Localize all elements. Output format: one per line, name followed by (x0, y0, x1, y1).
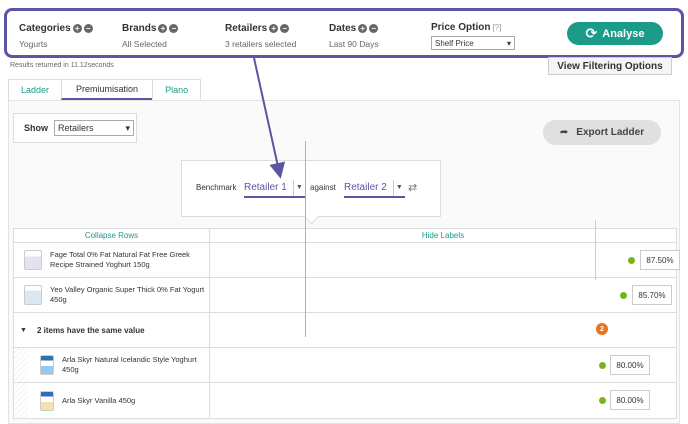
plus-icon[interactable]: + (358, 24, 368, 33)
filter-retailers-value[interactable]: 3 retailers selected (225, 39, 296, 49)
filter-retailers: Retailers + − 3 retailers selected (225, 23, 296, 49)
count-badge: 2 (596, 323, 608, 335)
value-label: 80.00% (610, 390, 650, 410)
filter-dates-value[interactable]: Last 90 Days (329, 39, 379, 49)
hide-labels-link[interactable]: Hide Labels (210, 229, 676, 242)
table-row: Fage Total 0% Fat Natural Fat Free Greek… (14, 243, 680, 278)
show-value: Retailers (58, 123, 94, 133)
retailer1-value: Retailer 1 (244, 182, 287, 193)
product-image (40, 390, 54, 411)
product-image (40, 355, 54, 375)
value-marker[interactable] (599, 362, 606, 369)
value-label: 80.00% (610, 355, 650, 375)
minus-icon[interactable]: − (83, 24, 93, 33)
main-panel: Show Retailers ▾ ➦ Export Ladder Benchma… (8, 100, 680, 424)
product-image (24, 250, 42, 270)
plus-icon[interactable]: + (72, 24, 82, 33)
benchmark-retailer1-select[interactable]: Retailer 1 ▼ (244, 179, 305, 198)
retailer2-value: Retailer 2 (344, 182, 387, 193)
filter-dates-title: Dates (329, 23, 357, 34)
caret-down-icon: ▾ (506, 38, 511, 48)
caret-down-icon: ▼ (292, 179, 305, 196)
plus-icon[interactable]: + (269, 24, 279, 33)
results-text: Results returned in 11.12seconds (10, 62, 114, 69)
value-label: 87.50% (640, 250, 680, 270)
group-row[interactable]: ▼ 2 items have the same value 2 (14, 313, 676, 348)
tab-ladder[interactable]: Ladder (8, 79, 63, 100)
filter-brands-value[interactable]: All Selected (122, 39, 178, 49)
caret-down-icon: ▼ (392, 179, 405, 196)
swap-icon[interactable]: ⇄ (408, 181, 417, 194)
plus-icon[interactable]: + (158, 24, 168, 33)
tab-bar: Ladder Premiumisation Plano (8, 79, 202, 100)
product-name: Fage Total 0% Fat Natural Fat Free Greek… (50, 250, 190, 269)
product-image (24, 285, 42, 305)
show-label: Show (24, 123, 48, 133)
filter-brands-title: Brands (122, 23, 157, 34)
ladder-header: Collapse Rows Hide Labels (14, 229, 676, 243)
value-label: 85.70% (632, 285, 672, 305)
export-ladder-button[interactable]: ➦ Export Ladder (543, 120, 661, 145)
filter-retailers-title: Retailers (225, 23, 268, 34)
collapse-caret-icon[interactable]: ▼ (20, 327, 27, 334)
help-hint[interactable]: [?] (492, 23, 501, 32)
table-row: Arla Skyr Natural Icelandic Style Yoghur… (14, 348, 676, 383)
price-option-select[interactable]: Shelf Price ▾ (431, 36, 515, 50)
value-marker[interactable] (599, 397, 606, 404)
show-control: Show Retailers ▾ (13, 113, 137, 143)
filter-dates: Dates + − Last 90 Days (329, 23, 379, 49)
analyse-label: Analyse (602, 27, 645, 40)
tab-premiumisation[interactable]: Premiumisation (61, 79, 154, 100)
view-filtering-options-button[interactable]: View Filtering Options (548, 57, 672, 75)
ladder-table: Collapse Rows Hide Labels Fage Total 0% … (13, 228, 680, 419)
filter-brands: Brands + − All Selected (122, 23, 179, 49)
value-marker[interactable] (628, 257, 635, 264)
table-row: Arla Skyr Vanilla 450g 80.00% (14, 383, 676, 418)
against-label: against (310, 183, 336, 192)
caret-down-icon: ▾ (125, 122, 130, 133)
refresh-icon: ⟳ (585, 25, 598, 41)
show-select[interactable]: Retailers ▾ (54, 120, 134, 136)
filter-bar: Categories + − Yogurts Brands + − All Select… (4, 8, 684, 58)
filter-categories-title: Categories (19, 23, 71, 34)
price-option-title: Price Option (431, 22, 491, 33)
product-name: Arla Skyr Natural Icelandic Style Yoghur… (62, 355, 197, 374)
benchmark-label: Benchmark (196, 183, 237, 192)
minus-icon[interactable]: − (280, 24, 290, 33)
analyse-button[interactable]: ⟳ Analyse (567, 22, 663, 45)
export-ladder-label: Export Ladder (576, 127, 645, 138)
tab-plano[interactable]: Plano (152, 79, 202, 100)
value-marker[interactable] (620, 292, 627, 299)
collapse-rows-link[interactable]: Collapse Rows (14, 229, 210, 242)
benchmark-line (305, 141, 306, 337)
product-name: Arla Skyr Vanilla 450g (62, 395, 136, 405)
price-option-value: Shelf Price (435, 38, 474, 48)
group-label: 2 items have the same value (36, 325, 145, 335)
table-row: Yeo Valley Organic Super Thick 0% Fat Yo… (14, 278, 676, 313)
benchmark-panel: Benchmark Retailer 1 ▼ against Retailer … (181, 160, 441, 217)
filter-categories-value[interactable]: Yogurts (19, 39, 93, 49)
filter-categories: Categories + − Yogurts (19, 23, 93, 49)
minus-icon[interactable]: − (369, 24, 379, 33)
product-name: Yeo Valley Organic Super Thick 0% Fat Yo… (50, 285, 205, 304)
benchmark-retailer2-select[interactable]: Retailer 2 ▼ (344, 179, 405, 198)
minus-icon[interactable]: − (169, 24, 179, 33)
share-arrow-icon: ➦ (559, 127, 569, 138)
group-connector-line (595, 220, 596, 280)
filter-price-option: Price Option [?] Shelf Price ▾ (431, 22, 515, 50)
